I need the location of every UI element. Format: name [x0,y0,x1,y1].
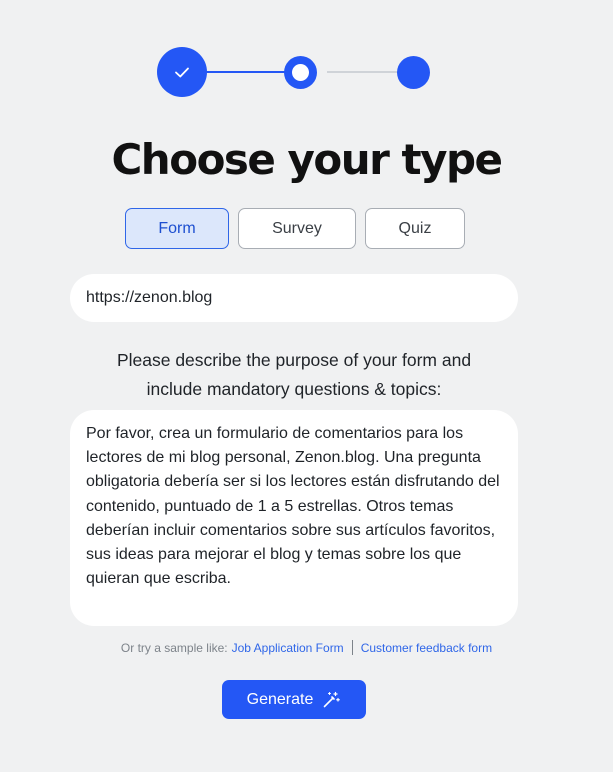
page-title: Choose your type [111,135,503,184]
step-2-inner-dot [292,64,309,81]
type-quiz-button[interactable]: Quiz [365,208,465,249]
description-line-2: include mandatory questions & topics: [146,379,442,399]
description-line-1: Please describe the purpose of your form… [116,350,472,370]
progress-stepper [157,47,431,97]
type-survey-button[interactable]: Survey [238,208,356,249]
step-2-current [284,56,317,89]
check-icon [175,67,189,78]
sample-job-application-link[interactable]: Job Application Form [232,641,344,655]
url-input[interactable] [70,274,518,322]
type-form-button[interactable]: Form [125,208,229,249]
sample-customer-feedback-link[interactable]: Customer feedback form [361,641,492,655]
sample-suggestions: Or try a sample like: Job Application Fo… [0,640,613,655]
step-1-completed [157,47,207,97]
samples-divider [351,640,353,655]
description-text: Please describe the purpose of your form… [70,346,518,404]
stepper-line-upcoming [327,71,405,73]
type-selector: Form Survey Quiz [125,208,465,249]
purpose-textarea[interactable]: Por favor, crea un formulario de comenta… [70,410,518,626]
step-3-upcoming [397,56,430,89]
magic-wand-icon [324,691,341,707]
generate-button[interactable]: Generate [222,680,366,719]
generate-label: Generate [246,690,314,708]
samples-prefix: Or try a sample like: [120,640,228,655]
